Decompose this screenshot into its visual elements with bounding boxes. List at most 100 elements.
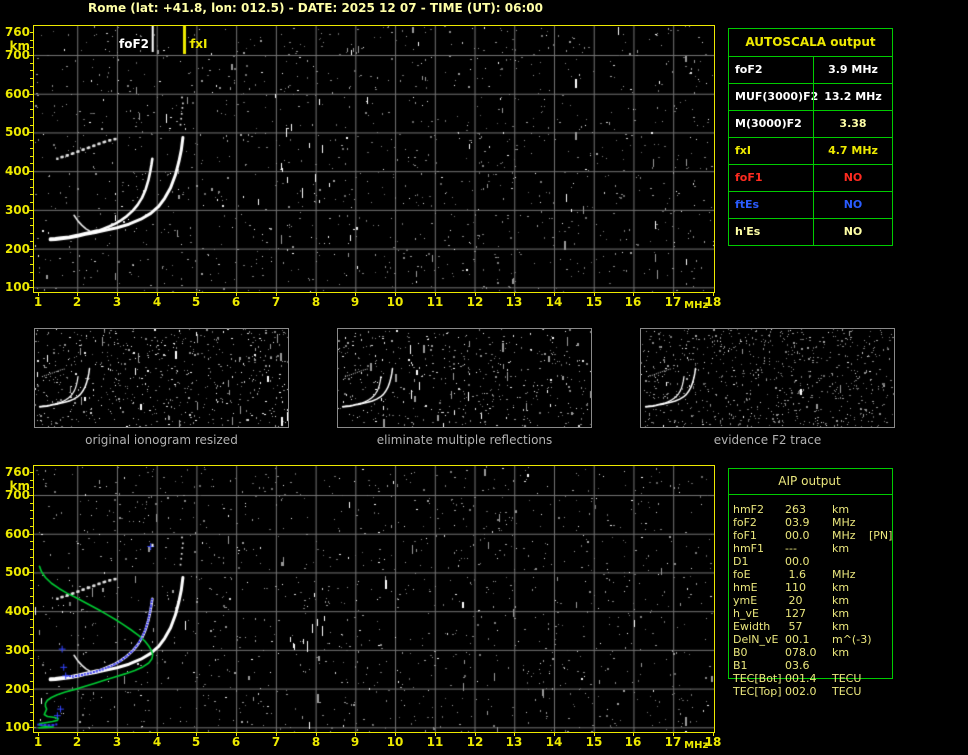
y-axis-tick-label: 200 <box>4 242 30 256</box>
y-axis-tick <box>30 565 33 566</box>
x-axis-tick-label: 6 <box>231 735 241 749</box>
x-axis-tick-label: 7 <box>271 295 281 309</box>
y-axis-tick <box>28 249 33 250</box>
bottom-ionogram-canvas <box>34 466 714 732</box>
x-axis-tick <box>633 293 634 296</box>
aip-row-value: --- <box>785 542 797 555</box>
y-axis-tick <box>30 202 33 203</box>
aip-row-value: 00.0 <box>785 529 810 542</box>
autoscala-row-value: 3.38 <box>813 111 892 137</box>
bottom-ionogram-plot <box>33 465 715 733</box>
y-axis-tick <box>30 32 33 33</box>
aip-row-label: TEC[Top] <box>733 685 782 698</box>
y-axis-tick-label: 200 <box>4 682 30 696</box>
y-axis-tick <box>30 720 33 721</box>
y-axis-tick <box>30 148 33 149</box>
thumbnail-f2-evidence-canvas <box>641 329 894 427</box>
autoscala-row-value: NO <box>813 165 892 191</box>
autoscala-row-value: NO <box>813 192 892 218</box>
y-axis-tick <box>30 109 33 110</box>
aip-row-value: 078.0 <box>785 646 817 659</box>
x-axis-tick-label: 4 <box>152 295 162 309</box>
annotation-label-foF2: foF2 <box>119 37 150 51</box>
thumbnail-original <box>34 328 289 428</box>
x-axis-tick <box>276 733 277 736</box>
autoscala-row-label: fxI <box>735 144 751 157</box>
x-axis-tick-label: 15 <box>585 295 603 309</box>
aip-row-label: Ewidth <box>733 620 771 633</box>
y-axis-tick <box>28 171 33 172</box>
x-axis-tick <box>435 733 436 736</box>
autoscala-row-fxI: fxI 4.7 MHz <box>729 137 892 164</box>
y-axis-tick <box>28 132 33 133</box>
autoscala-row-label: M(3000)F2 <box>735 117 802 130</box>
aip-row-TEC[Bot]: TEC[Bot] 001.4 TECU <box>733 672 963 685</box>
y-axis-tick <box>30 665 33 666</box>
y-axis-tick-label: 400 <box>4 604 30 618</box>
x-axis-tick-label: 1 <box>33 295 43 309</box>
x-axis-tick <box>117 293 118 296</box>
x-axis-tick-label: 16 <box>624 295 642 309</box>
y-axis-tick <box>30 179 33 180</box>
y-axis-tick-label: 300 <box>4 203 30 217</box>
y-axis-tick <box>30 225 33 226</box>
autoscala-row-label: ftEs <box>735 198 760 211</box>
autoscala-row-value: 13.2 MHz <box>813 84 892 110</box>
aip-row-unit <box>832 659 869 672</box>
autoscala-table-title: AUTOSCALA output <box>745 35 876 49</box>
x-axis-tick <box>316 733 317 736</box>
aip-row-extra: [PN] <box>869 529 893 542</box>
aip-row-value: 03.6 <box>785 659 810 672</box>
x-axis-tick <box>395 733 396 736</box>
aip-row-hmE: hmE 110 km <box>733 581 963 594</box>
x-axis-unit-label: MHz <box>684 740 709 751</box>
y-axis-tick <box>30 526 33 527</box>
y-axis-tick <box>30 712 33 713</box>
x-axis-tick <box>157 733 158 736</box>
page-title: Rome (lat: +41.8, lon: 012.5) - DATE: 20… <box>88 1 543 15</box>
aip-row-unit: km <box>832 581 850 594</box>
x-axis-tick-label: 2 <box>72 735 82 749</box>
y-axis-tick <box>30 588 33 589</box>
autoscala-row-h'Es: h'Es NO <box>729 218 892 245</box>
aip-row-unit: km <box>832 646 850 659</box>
thumbnail-f2-evidence <box>640 328 895 428</box>
aip-row-label: foF1 <box>733 529 757 542</box>
aip-row-ymE: ymE 20 km <box>733 594 963 607</box>
x-axis-tick-label: 9 <box>350 295 360 309</box>
top-ionogram-canvas <box>34 26 714 292</box>
aip-row-label: DelN_vE <box>733 633 779 646</box>
aip-row-value: 20 <box>785 594 803 607</box>
aip-row-label: ymE <box>733 594 758 607</box>
y-axis-tick-label: 500 <box>4 565 30 579</box>
aip-table-title: AIP output <box>778 474 841 488</box>
autoscala-row-label: foF1 <box>735 171 763 184</box>
y-axis-tick <box>30 603 33 604</box>
x-axis-tick-label: 13 <box>505 735 523 749</box>
aip-row-label: foF2 <box>733 516 757 529</box>
x-axis-tick <box>236 733 237 736</box>
y-axis-tick <box>30 541 33 542</box>
autoscala-table: AUTOSCALA output foF2 3.9 MHz MUF(3000)F2 1… <box>728 28 893 246</box>
y-axis-tick <box>30 156 33 157</box>
thumbnail-no-multiples <box>337 328 592 428</box>
aip-row-DelN_vE: DelN_vE 00.1 m^(-3) <box>733 633 963 646</box>
x-axis-tick-label: 2 <box>72 295 82 309</box>
x-axis-tick-label: 7 <box>271 735 281 749</box>
autoscala-output-screen: { "title": "Rome (lat: +41.8, lon: 012.5… <box>0 0 968 755</box>
autoscala-row-label: h'Es <box>735 225 761 238</box>
aip-row-label: B0 <box>733 646 748 659</box>
y-axis-tick <box>30 557 33 558</box>
aip-row-value: 00.0 <box>785 555 810 568</box>
x-axis-tick <box>38 293 39 296</box>
x-axis-tick <box>276 293 277 296</box>
x-axis-tick <box>475 293 476 296</box>
x-axis-tick-label: 10 <box>386 295 404 309</box>
autoscala-table-rows: foF2 3.9 MHz MUF(3000)F2 13.2 MHz M(3000)F2 3… <box>729 56 892 245</box>
y-axis-tick <box>30 272 33 273</box>
y-axis-tick <box>30 472 33 473</box>
autoscala-row-label: foF2 <box>735 63 763 76</box>
aip-row-unit: MHz <box>832 516 856 529</box>
y-axis-tick <box>30 696 33 697</box>
autoscala-row-MUF(3000)F2: MUF(3000)F2 13.2 MHz <box>729 83 892 110</box>
